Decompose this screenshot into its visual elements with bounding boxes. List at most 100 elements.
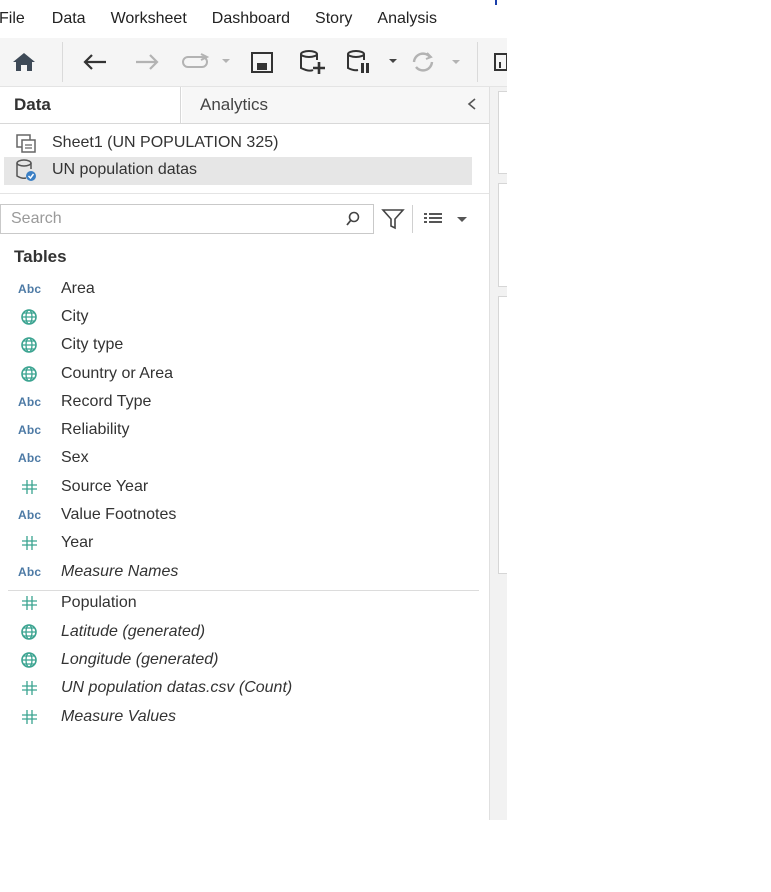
measure-field[interactable]: Measure Values (18, 705, 176, 729)
dimension-field[interactable]: Abc Reliability (18, 418, 129, 442)
search-field[interactable]: Search (0, 204, 374, 234)
redo-button[interactable] (130, 48, 164, 76)
dimension-field[interactable]: Source Year (18, 475, 148, 499)
measure-field[interactable]: Population (18, 591, 137, 615)
toolbar-separator (477, 42, 478, 82)
field-label: Year (61, 534, 94, 551)
menu-dashboard[interactable]: Dashboard (212, 10, 315, 28)
replay-icon (182, 53, 230, 68)
linked-sheet-icon (14, 132, 38, 154)
data-pane: Data Analytics Sheet1 (UN POPULATION 325… (0, 87, 490, 820)
number-type-icon (18, 678, 48, 698)
menu-data[interactable]: Data (52, 10, 111, 28)
dimension-field[interactable]: Abc Area (18, 277, 95, 301)
shelf-card[interactable] (498, 296, 507, 574)
menu-worksheet[interactable]: Worksheet (111, 10, 212, 28)
pane-tabs: Data Analytics (0, 87, 489, 124)
redo-icon (136, 54, 159, 70)
number-type-icon (18, 533, 48, 553)
dimension-field[interactable]: Abc Sex (18, 446, 89, 470)
shelf-card[interactable] (498, 91, 507, 174)
field-label: Country or Area (61, 365, 174, 382)
field-label: Measure Values (61, 708, 177, 725)
view-options-button[interactable] (422, 210, 468, 228)
globe-icon (18, 622, 48, 642)
field-label: Source Year (61, 478, 149, 495)
string-type-icon: Abc (18, 565, 42, 579)
tables-heading: Tables (14, 247, 67, 266)
search-input[interactable]: Search (11, 210, 62, 228)
globe-icon (18, 650, 48, 670)
string-type-icon: Abc (18, 282, 42, 296)
shelves-panel (490, 87, 507, 820)
field-label: Longitude (generated) (61, 651, 219, 668)
dimension-field[interactable]: Abc Record Type (18, 390, 151, 414)
dimension-field[interactable]: City type (18, 333, 123, 357)
home-button[interactable] (8, 48, 40, 76)
undo-icon (83, 54, 106, 70)
menu-bar: File Data Worksheet Dashboard Story Anal… (0, 0, 495, 38)
undo-button[interactable] (78, 48, 112, 76)
measure-field[interactable]: Latitude (generated) (18, 620, 205, 644)
new-datasource-button[interactable] (296, 48, 328, 76)
menu-analysis[interactable]: Analysis (377, 10, 447, 28)
field-label: Latitude (generated) (61, 623, 206, 640)
measures-divider (8, 590, 479, 591)
show-me-icon (494, 53, 507, 71)
new-datasource-icon (300, 50, 325, 74)
home-icon (13, 53, 35, 71)
datasource-item-selected[interactable]: UN population datas (14, 158, 197, 182)
window-edge-marker (495, 0, 497, 5)
dimension-field[interactable]: Abc Measure Names (18, 560, 178, 584)
number-type-icon (18, 593, 48, 613)
shelf-card[interactable] (498, 183, 507, 287)
measure-field[interactable]: Longitude (generated) (18, 648, 218, 672)
dimension-field[interactable]: Abc Value Footnotes (18, 503, 176, 527)
tab-analytics[interactable]: Analytics (182, 87, 489, 123)
filter-button[interactable] (380, 207, 406, 231)
refresh-icon (412, 52, 460, 72)
field-label: Area (61, 280, 95, 297)
number-type-icon (18, 477, 48, 497)
field-label: Record Type (61, 393, 152, 410)
search-icon (345, 211, 361, 232)
pause-updates-button[interactable] (344, 48, 400, 76)
dimension-field[interactable]: City (18, 305, 89, 329)
field-label: Reliability (61, 421, 130, 438)
field-label: UN population datas.csv (Count) (61, 679, 293, 696)
datasource-label: UN population datas (52, 161, 197, 178)
string-type-icon: Abc (18, 508, 42, 522)
dimension-field[interactable]: Year (18, 531, 93, 555)
show-me-button[interactable] (488, 48, 507, 76)
tab-data[interactable]: Data (0, 87, 181, 123)
datasource-check-icon (14, 159, 38, 181)
pause-updates-icon (347, 50, 397, 73)
measure-field[interactable]: UN population datas.csv (Count) (18, 676, 292, 700)
number-type-icon (18, 707, 48, 727)
field-label: Value Footnotes (61, 506, 177, 523)
globe-icon (18, 364, 48, 384)
field-label: Measure Names (61, 563, 179, 580)
filter-icon (381, 209, 405, 230)
field-label: City (61, 308, 89, 325)
datasource-label: Sheet1 (UN POPULATION 325) (52, 134, 279, 151)
toolbar-separator (62, 42, 63, 82)
chevron-left-icon (467, 98, 476, 110)
save-button[interactable] (246, 48, 278, 76)
string-type-icon: Abc (18, 423, 42, 437)
toolbar-separator (412, 205, 413, 233)
globe-icon (18, 335, 48, 355)
collapse-pane-button[interactable] (466, 97, 478, 116)
field-label: Population (61, 594, 137, 611)
save-icon (251, 52, 273, 73)
field-label: City type (61, 336, 124, 353)
field-label: Sex (61, 449, 89, 466)
menu-file[interactable]: File (0, 10, 52, 28)
datasource-item[interactable]: Sheet1 (UN POPULATION 325) (14, 131, 278, 155)
menu-story[interactable]: Story (315, 10, 377, 28)
globe-icon (18, 307, 48, 327)
string-type-icon: Abc (18, 395, 42, 409)
refresh-button[interactable] (406, 48, 466, 76)
replay-button[interactable] (178, 48, 234, 76)
dimension-field[interactable]: Country or Area (18, 362, 173, 386)
